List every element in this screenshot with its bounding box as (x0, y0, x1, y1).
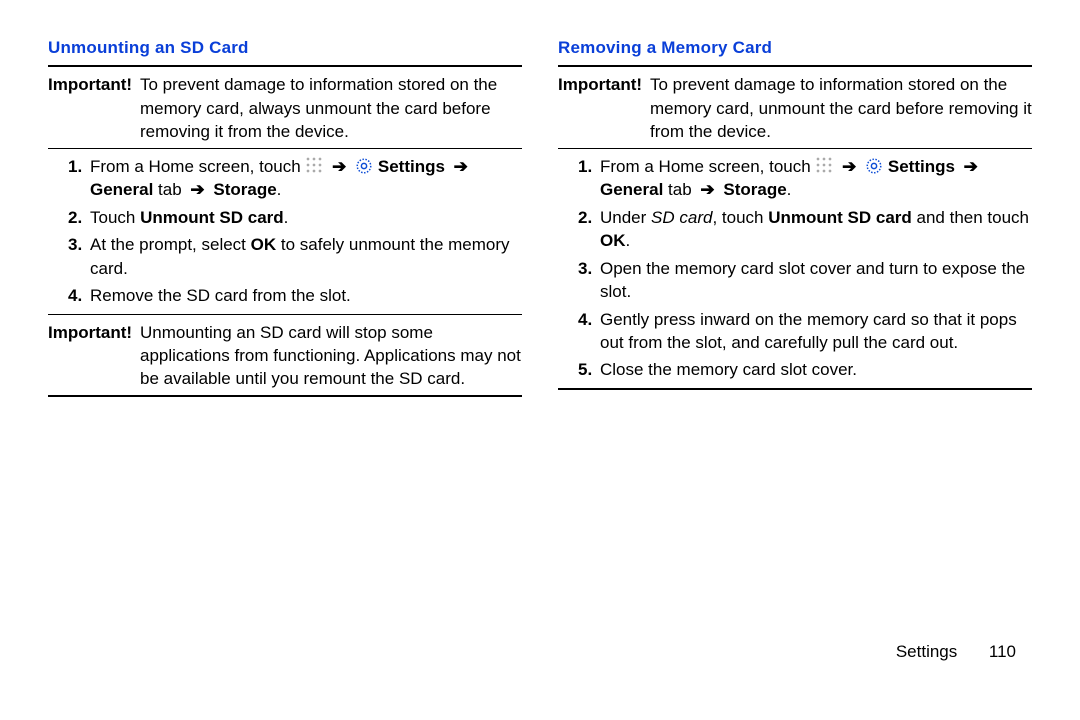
step-num: 3. (68, 233, 90, 280)
text: . (626, 231, 631, 250)
storage-label: Storage (213, 180, 276, 199)
apps-grid-icon (815, 156, 833, 174)
ok-label: OK (251, 235, 277, 254)
step: 2. Touch Unmount SD card. (68, 206, 522, 229)
sd-card-italic: SD card (651, 208, 712, 227)
rule (48, 148, 522, 149)
step: 1. From a Home screen, touch ➔ Settings … (578, 155, 1032, 202)
step-body: Open the memory card slot cover and turn… (600, 257, 1032, 304)
step: 5. Close the memory card slot cover. (578, 358, 1032, 381)
text: , touch (712, 208, 768, 227)
text: Touch (90, 208, 140, 227)
arrow-icon: ➔ (960, 157, 982, 176)
footer-section: Settings (896, 642, 957, 661)
unmount-label: Unmount SD card (768, 208, 912, 227)
text: tab (153, 180, 186, 199)
arrow-icon: ➔ (328, 157, 350, 176)
gear-icon (865, 157, 883, 175)
important-text: To prevent damage to information stored … (140, 73, 522, 143)
important-label: Important! (48, 73, 140, 143)
general-label: General (90, 180, 153, 199)
step-body: Gently press inward on the memory card s… (600, 308, 1032, 355)
text: . (284, 208, 289, 227)
step-num: 2. (578, 206, 600, 253)
step-body: From a Home screen, touch ➔ Settings ➔ G… (90, 155, 522, 202)
step-num: 3. (578, 257, 600, 304)
heading-removing: Removing a Memory Card (558, 36, 1032, 59)
gear-icon (355, 157, 373, 175)
right-column: Removing a Memory Card Important! To pre… (558, 36, 1032, 640)
text: tab (663, 180, 696, 199)
rule (558, 388, 1032, 390)
step: 3. At the prompt, select OK to safely un… (68, 233, 522, 280)
footer-page-number: 110 (962, 640, 1016, 663)
apps-grid-icon (305, 156, 323, 174)
left-column: Unmounting an SD Card Important! To prev… (48, 36, 522, 640)
heading-unmounting: Unmounting an SD Card (48, 36, 522, 59)
step-num: 4. (578, 308, 600, 355)
page: Unmounting an SD Card Important! To prev… (0, 0, 1080, 640)
important-text: Unmounting an SD card will stop some app… (140, 321, 522, 391)
step: 3. Open the memory card slot cover and t… (578, 257, 1032, 304)
important-label: Important! (48, 321, 140, 391)
step-num: 2. (68, 206, 90, 229)
step-body: At the prompt, select OK to safely unmou… (90, 233, 522, 280)
important-block: Important! To prevent damage to informat… (558, 67, 1032, 147)
storage-label: Storage (723, 180, 786, 199)
steps-list: 1. From a Home screen, touch ➔ Settings … (558, 155, 1032, 382)
text: From a Home screen, touch (90, 157, 305, 176)
important-block: Important! Unmounting an SD card will st… (48, 315, 522, 395)
ok-label: OK (600, 231, 626, 250)
step-body: From a Home screen, touch ➔ Settings ➔ G… (600, 155, 1032, 202)
general-label: General (600, 180, 663, 199)
text: At the prompt, select (90, 235, 251, 254)
text: From a Home screen, touch (600, 157, 815, 176)
text: . (277, 180, 282, 199)
step-num: 4. (68, 284, 90, 307)
arrow-icon: ➔ (450, 157, 472, 176)
step: 1. From a Home screen, touch ➔ Settings … (68, 155, 522, 202)
rule (558, 148, 1032, 149)
step: 4. Gently press inward on the memory car… (578, 308, 1032, 355)
text: and then touch (912, 208, 1029, 227)
important-label: Important! (558, 73, 650, 143)
arrow-icon: ➔ (186, 180, 213, 199)
step-num: 1. (68, 155, 90, 202)
step-body: Touch Unmount SD card. (90, 206, 522, 229)
steps-list: 1. From a Home screen, touch ➔ Settings … (48, 155, 522, 308)
unmount-label: Unmount SD card (140, 208, 284, 227)
step: 4. Remove the SD card from the slot. (68, 284, 522, 307)
page-footer: Settings 110 (0, 640, 1080, 663)
text: Under (600, 208, 651, 227)
rule (48, 395, 522, 397)
step-body: Remove the SD card from the slot. (90, 284, 522, 307)
important-text: To prevent damage to information stored … (650, 73, 1032, 143)
text: . (787, 180, 792, 199)
arrow-icon: ➔ (696, 180, 723, 199)
step-num: 1. (578, 155, 600, 202)
step-body: Close the memory card slot cover. (600, 358, 1032, 381)
step-body: Under SD card, touch Unmount SD card and… (600, 206, 1032, 253)
arrow-icon: ➔ (838, 157, 860, 176)
step: 2. Under SD card, touch Unmount SD card … (578, 206, 1032, 253)
settings-label: Settings (888, 157, 955, 176)
step-num: 5. (578, 358, 600, 381)
settings-label: Settings (378, 157, 445, 176)
important-block: Important! To prevent damage to informat… (48, 67, 522, 147)
